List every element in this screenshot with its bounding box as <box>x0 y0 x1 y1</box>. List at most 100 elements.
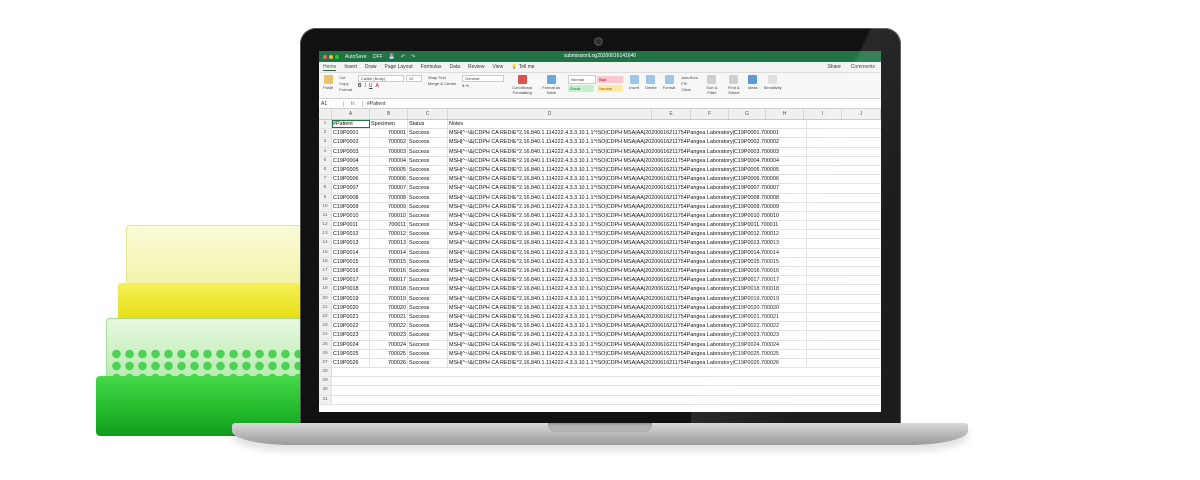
cell-patient[interactable]: C19P0023 <box>332 331 370 340</box>
cell-status[interactable]: Success <box>408 202 448 211</box>
cell-specimen[interactable]: 700011 <box>370 221 408 230</box>
cell-patient[interactable]: C19P0005 <box>332 165 370 175</box>
wrap-text-button[interactable]: Wrap Text <box>428 75 446 80</box>
cell-specimen[interactable]: 700025 <box>370 349 408 358</box>
row-number[interactable]: 23 <box>319 322 332 331</box>
cell-patient[interactable]: C19P0019 <box>332 294 370 303</box>
format-cells-button[interactable]: Format <box>663 75 675 90</box>
cell-notes[interactable]: MSH|^~\&|CDPH CA REDIE^2.16.840.1.114222… <box>448 221 807 230</box>
row-number[interactable]: 15 <box>319 248 332 257</box>
cell-notes[interactable]: MSH|^~\&|CDPH CA REDIE^2.16.840.1.114222… <box>448 303 807 312</box>
row-number[interactable]: 5 <box>319 156 332 165</box>
paste-icon[interactable] <box>323 75 333 84</box>
cell-notes[interactable]: MSH|^~\&|CDPH CA REDIE^2.16.840.1.114222… <box>448 257 807 266</box>
cell-status[interactable]: Success <box>408 248 448 257</box>
style-bad[interactable]: Bad <box>597 76 624 83</box>
cell-patient[interactable]: C19P0018 <box>332 285 370 294</box>
cell-status[interactable]: Success <box>408 294 448 303</box>
cell-specimen[interactable]: 700005 <box>370 165 408 175</box>
merge-center-button[interactable]: Merge & Center <box>428 81 456 86</box>
column-header[interactable]: H <box>766 109 804 119</box>
row-number[interactable]: 19 <box>319 285 332 294</box>
cell-notes[interactable]: MSH|^~\&|CDPH CA REDIE^2.16.840.1.114222… <box>448 340 807 349</box>
column-header[interactable]: A <box>332 109 370 119</box>
tab-home[interactable]: Home <box>323 64 337 71</box>
cell-specimen[interactable]: 700022 <box>370 322 408 331</box>
row-number[interactable]: 29 <box>319 377 332 386</box>
name-box[interactable]: A1 <box>319 100 344 107</box>
row-number[interactable]: 27 <box>319 358 332 368</box>
cell-patient[interactable]: C19P0015 <box>332 257 370 266</box>
cell-specimen[interactable]: 700023 <box>370 331 408 340</box>
cell-specimen[interactable]: 700013 <box>370 239 408 248</box>
column-header[interactable]: J <box>842 109 881 119</box>
font-name-select[interactable]: Calibri (Body) <box>357 75 404 82</box>
tab-review[interactable]: Review <box>468 64 484 70</box>
row-number[interactable]: 10 <box>319 202 332 211</box>
cell-specimen[interactable]: 700012 <box>370 230 408 239</box>
clear-button[interactable]: Clear <box>681 87 691 92</box>
font-color-icon[interactable]: A <box>376 83 379 89</box>
cell-notes[interactable]: MSH|^~\&|CDPH CA REDIE^2.16.840.1.114222… <box>448 349 807 358</box>
cell-status[interactable]: Success <box>408 211 448 221</box>
cell-specimen[interactable]: 700021 <box>370 312 408 322</box>
tab-data[interactable]: Data <box>449 64 460 70</box>
cell-status-header[interactable]: Status <box>408 120 448 129</box>
cell-specimen[interactable]: 700006 <box>370 175 408 184</box>
row-number[interactable]: 21 <box>319 303 332 312</box>
formula-input[interactable]: #Patient <box>363 101 385 107</box>
cell-status[interactable]: Success <box>408 340 448 349</box>
cell-notes[interactable]: MSH|^~\&|CDPH CA REDIE^2.16.840.1.114222… <box>448 267 807 276</box>
cell-specimen[interactable]: 700024 <box>370 340 408 349</box>
row-number[interactable]: 26 <box>319 349 332 358</box>
tab-draw[interactable]: Draw <box>365 64 377 70</box>
cell-specimen[interactable]: 700001 <box>370 129 408 138</box>
cell-patient[interactable]: C19P0009 <box>332 202 370 211</box>
cell-patient[interactable]: C19P0024 <box>332 340 370 349</box>
cell-patient[interactable]: C19P0003 <box>332 147 370 156</box>
cell-status[interactable]: Success <box>408 147 448 156</box>
style-neutral[interactable]: Neutral <box>597 85 624 92</box>
format-painter-button[interactable]: Format <box>339 87 352 92</box>
cell-status[interactable]: Success <box>408 138 448 147</box>
cell-specimen[interactable]: 700017 <box>370 276 408 285</box>
row-number[interactable]: 13 <box>319 230 332 239</box>
cell-notes[interactable]: MSH|^~\&|CDPH CA REDIE^2.16.840.1.114222… <box>448 331 807 340</box>
column-header[interactable]: F <box>691 109 729 119</box>
cell-notes[interactable]: MSH|^~\&|CDPH CA REDIE^2.16.840.1.114222… <box>448 156 807 165</box>
cell-status[interactable]: Success <box>408 156 448 165</box>
cell-patient-header[interactable]: #Patient <box>332 120 370 129</box>
cell-notes[interactable]: MSH|^~\&|CDPH CA REDIE^2.16.840.1.114222… <box>448 248 807 257</box>
column-header[interactable]: D <box>448 109 652 119</box>
cell-patient[interactable]: C19P0025 <box>332 349 370 358</box>
cell-status[interactable]: Success <box>408 276 448 285</box>
row-number[interactable]: 30 <box>319 386 332 395</box>
cell-notes[interactable]: MSH|^~\&|CDPH CA REDIE^2.16.840.1.114222… <box>448 294 807 303</box>
cell-specimen[interactable]: 700008 <box>370 193 408 202</box>
cell-patient[interactable]: C19P0026 <box>332 358 370 368</box>
cell-patient[interactable]: C19P0010 <box>332 211 370 221</box>
cell-specimen[interactable]: 700026 <box>370 358 408 368</box>
cell-patient[interactable]: C19P0017 <box>332 276 370 285</box>
tell-me-search[interactable]: 💡 Tell me <box>511 64 534 70</box>
cell-notes[interactable]: MSH|^~\&|CDPH CA REDIE^2.16.840.1.114222… <box>448 358 807 368</box>
cell-specimen-header[interactable]: Specimen <box>370 120 408 129</box>
cell-patient[interactable]: C19P0020 <box>332 303 370 312</box>
cell-status[interactable]: Success <box>408 303 448 312</box>
cell-specimen[interactable]: 700015 <box>370 257 408 266</box>
row-number[interactable]: 17 <box>319 267 332 276</box>
cell-specimen[interactable]: 700014 <box>370 248 408 257</box>
conditional-formatting-button[interactable]: Conditional Formatting <box>510 75 534 95</box>
cell-notes[interactable]: MSH|^~\&|CDPH CA REDIE^2.16.840.1.114222… <box>448 285 807 294</box>
cell-status[interactable]: Success <box>408 184 448 193</box>
cell-notes[interactable]: MSH|^~\&|CDPH CA REDIE^2.16.840.1.114222… <box>448 239 807 248</box>
sensitivity-button[interactable]: Sensitivity <box>764 75 782 90</box>
cell-status[interactable]: Success <box>408 230 448 239</box>
number-format-select[interactable]: General <box>462 75 505 82</box>
cell-specimen[interactable]: 700020 <box>370 303 408 312</box>
cell-status[interactable]: Success <box>408 349 448 358</box>
find-select-button[interactable]: Find & Select <box>726 75 742 95</box>
tab-view[interactable]: View <box>492 64 503 70</box>
cell-patient[interactable]: C19P0012 <box>332 230 370 239</box>
style-normal[interactable]: Normal <box>568 75 597 84</box>
